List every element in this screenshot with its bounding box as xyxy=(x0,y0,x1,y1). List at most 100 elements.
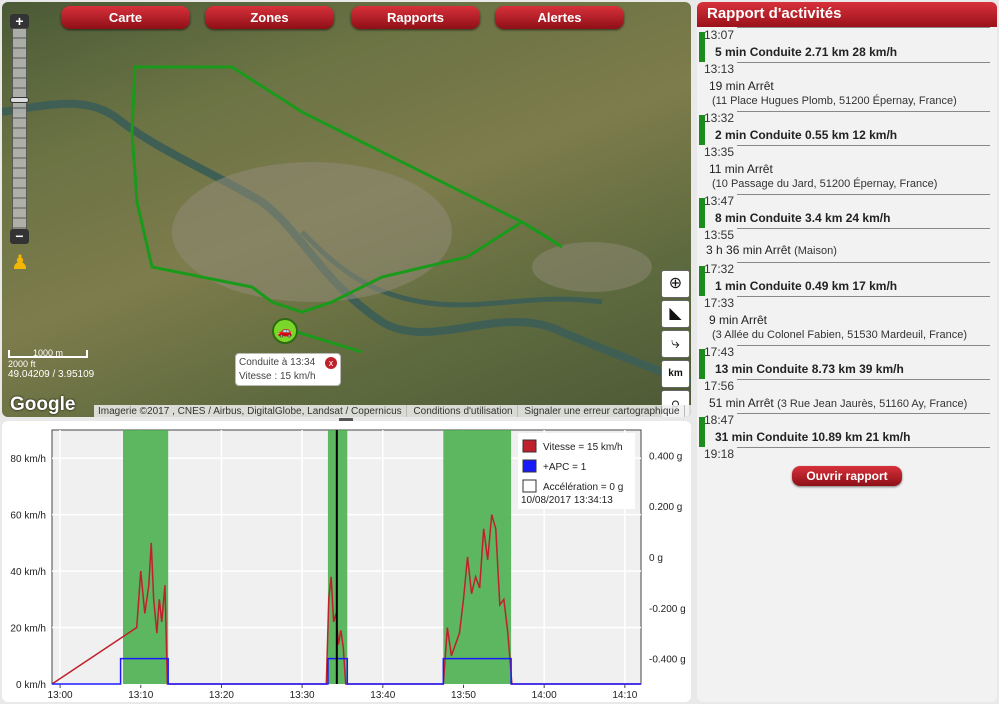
drive-entry[interactable]: 1 min Conduite 0.49 km 17 km/h xyxy=(704,279,990,293)
distance: 8.73 km xyxy=(811,362,856,376)
zoom-slider[interactable] xyxy=(12,28,27,233)
zoom-out-button[interactable]: − xyxy=(10,229,29,244)
map-terrain xyxy=(2,65,691,386)
vehicle-marker-icon[interactable]: 🚗 xyxy=(272,318,298,344)
drive-entry[interactable]: 8 min Conduite 3.4 km 24 km/h xyxy=(704,211,990,225)
fullscreen-icon[interactable]: ◣ xyxy=(661,300,690,328)
zoom-handle[interactable] xyxy=(10,97,29,103)
duration: 2 min xyxy=(715,128,747,142)
map-attribution: Imagerie ©2017 , CNES / Airbus, DigitalG… xyxy=(94,405,691,417)
map-view[interactable]: Carte Zones Rapports Alertes + − ♟ ⊕ ◣ ⤷… xyxy=(2,2,691,417)
google-logo: Google xyxy=(10,394,76,415)
vehicle-popup: Conduite à 13:34 Vitesse : 15 km/h x xyxy=(235,353,341,386)
report-error-link[interactable]: Signaler une erreur cartographique xyxy=(520,405,685,417)
x-tick-label: 14:10 xyxy=(612,690,637,701)
distance: 10.89 km xyxy=(811,430,863,444)
town-area-ay xyxy=(532,242,652,292)
measure-km-icon[interactable]: km xyxy=(661,360,690,388)
x-tick-label: 13:30 xyxy=(290,690,315,701)
duration: 51 min xyxy=(709,396,746,410)
y-left-tick-label: 40 km/h xyxy=(10,567,46,578)
open-report-button[interactable]: Ouvrir rapport xyxy=(792,466,902,486)
close-icon[interactable]: x xyxy=(325,357,337,369)
stop-entry[interactable]: 3 h 36 min Arrêt (Maison) xyxy=(704,243,990,257)
timeline-time: 17:43 xyxy=(704,345,990,359)
legend-timestamp: 10/08/2017 13:34:13 xyxy=(521,495,613,506)
timeline-time: 13:35 xyxy=(704,145,990,159)
y-left-tick-label: 0 km/h xyxy=(16,680,46,691)
timeline-time: 13:13 xyxy=(704,62,990,76)
legend-label: Vitesse = 15 km/h xyxy=(543,442,623,453)
stop-address: (Maison) xyxy=(794,245,837,257)
distance: 2.71 km xyxy=(805,45,850,59)
avg-speed: 12 km/h xyxy=(852,128,898,142)
route-icon[interactable]: ⤷ xyxy=(661,330,690,358)
zoom-in-button[interactable]: + xyxy=(10,14,29,29)
tab-alertes[interactable]: Alertes xyxy=(495,6,624,29)
activity-label: Conduite xyxy=(749,279,802,293)
imagery-credit: Imagerie ©2017 , CNES / Airbus, DigitalG… xyxy=(94,405,407,417)
x-tick-label: 14:00 xyxy=(532,690,557,701)
zoom-control[interactable]: + − xyxy=(10,14,29,244)
street-view-pegman-icon[interactable]: ♟ xyxy=(11,252,29,274)
drive-entry[interactable]: 2 min Conduite 0.55 km 12 km/h xyxy=(704,128,990,142)
stop-entry[interactable]: 19 min Arrêt (11 Place Hugues Plomb, 5120… xyxy=(704,79,990,107)
legend-swatch xyxy=(522,479,537,493)
timeline-time: 13:55 xyxy=(704,228,990,242)
terms-link[interactable]: Conditions d'utilisation xyxy=(409,405,518,417)
timeline-time: 17:33 xyxy=(704,296,990,310)
stop-entry[interactable]: 11 min Arrêt (10 Passage du Jard, 51200 É… xyxy=(704,162,990,190)
drive-entry[interactable]: 13 min Conduite 8.73 km 39 km/h xyxy=(704,362,990,376)
activity-label: Arrêt xyxy=(746,162,773,176)
tab-zones[interactable]: Zones xyxy=(205,6,334,29)
y-left-tick-label: 80 km/h xyxy=(10,454,46,465)
x-tick-label: 13:40 xyxy=(370,690,395,701)
timeline-time: 18:47 xyxy=(704,413,990,427)
drive-entry[interactable]: 5 min Conduite 2.71 km 28 km/h xyxy=(704,45,990,59)
x-tick-label: 13:20 xyxy=(209,690,234,701)
drive-entry[interactable]: 31 min Conduite 10.89 km 21 km/h xyxy=(704,430,990,444)
stop-entry[interactable]: 51 min Arrêt (3 Rue Jean Jaurès, 51160 A… xyxy=(704,396,990,410)
duration: 13 min xyxy=(715,362,754,376)
timeline-time: 19:18 xyxy=(704,447,990,461)
duration: 3 h 36 min xyxy=(706,243,763,257)
legend-label: +APC = 1 xyxy=(543,462,587,473)
legend-swatch xyxy=(522,459,537,473)
distance: 3.4 km xyxy=(805,211,843,225)
locate-icon[interactable]: ⊕ xyxy=(661,270,690,298)
duration: 19 min xyxy=(709,79,746,93)
tab-carte[interactable]: Carte xyxy=(61,6,190,29)
speed-chart[interactable]: 13:00 13:10 13:20 13:30 13:40 13:50 14:00 14:10… xyxy=(2,421,691,702)
duration: 8 min xyxy=(715,211,747,225)
avg-speed: 39 km/h xyxy=(859,362,904,376)
activity-label: Arrêt xyxy=(747,79,774,93)
activity-label: Conduite xyxy=(756,362,809,376)
distance: 0.49 km xyxy=(805,279,850,293)
y-right-tick-label: 0.400 g xyxy=(649,451,682,462)
y-left-tick-label: 60 km/h xyxy=(10,511,46,522)
timeline-time: 13:47 xyxy=(704,194,990,208)
stop-address: (10 Passage du Jard, 51200 Épernay, Fran… xyxy=(712,178,938,190)
x-tick-label: 13:50 xyxy=(451,690,476,701)
timeline-time: 13:32 xyxy=(704,111,990,125)
activity-label: Conduite xyxy=(749,211,802,225)
y-right-tick-label: -0.200 g xyxy=(649,604,686,615)
legend-swatch xyxy=(522,439,537,453)
timeline-time: 13:07 xyxy=(704,27,990,42)
duration: 1 min xyxy=(715,279,747,293)
duration: 11 min xyxy=(709,162,745,176)
stop-address: (11 Place Hugues Plomb, 51200 Épernay, F… xyxy=(712,95,957,107)
sidebar-title: Rapport d'activités xyxy=(697,2,997,27)
distance: 0.55 km xyxy=(805,128,850,142)
avg-speed: 21 km/h xyxy=(865,430,911,444)
timeline-time: 17:32 xyxy=(704,262,990,276)
map-scale: 1000 m 2000 ft 49.04209 / 3.95109 xyxy=(8,349,98,380)
driving-period-band[interactable] xyxy=(123,430,169,684)
stop-entry[interactable]: 9 min Arrêt (3 Allée du Colonel Fabien, 5… xyxy=(704,313,990,341)
tab-rapports[interactable]: Rapports xyxy=(351,6,480,29)
driving-period-band[interactable] xyxy=(443,430,512,684)
y-right-tick-label: 0 g xyxy=(649,553,663,564)
legend-label: Accélération = 0 g xyxy=(543,482,623,493)
duration: 31 min xyxy=(715,430,754,444)
duration: 9 min xyxy=(709,313,739,327)
